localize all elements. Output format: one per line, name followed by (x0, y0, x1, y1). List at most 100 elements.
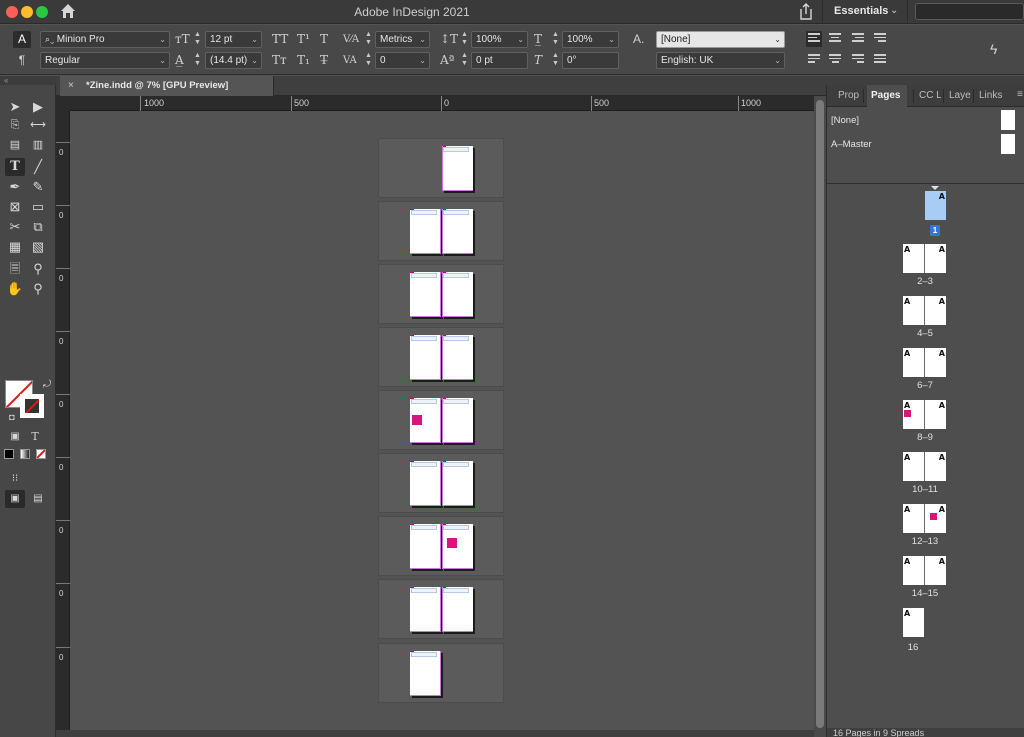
canvas-page[interactable] (442, 272, 473, 317)
font-family-field[interactable]: ⌕⌄ Minion Pro ⌄ (40, 31, 170, 48)
canvas-page[interactable] (410, 524, 441, 569)
page-thumbnail[interactable]: A (903, 452, 924, 481)
kerning-stepper[interactable]: ▲ ▼ (364, 31, 373, 48)
superscript-icon[interactable]: T¹ (297, 31, 310, 48)
canvas-page[interactable] (442, 587, 473, 632)
stroke-swatch[interactable] (20, 394, 44, 418)
justify-all-icon[interactable] (872, 52, 888, 68)
panel-menu-icon[interactable]: ≡ (1017, 89, 1023, 100)
text-frame[interactable] (443, 525, 469, 530)
rectangle-tool-icon[interactable]: ▭ (28, 198, 48, 216)
preview-mode-icon[interactable]: ▤ (28, 490, 48, 508)
search-input[interactable] (915, 3, 1024, 20)
align-center-icon[interactable] (827, 31, 843, 47)
share-icon[interactable] (798, 3, 814, 20)
formatting-affects-container-icon[interactable]: ▣ (5, 428, 25, 446)
swap-fill-stroke-icon[interactable]: ⤾ (37, 376, 57, 394)
hand-tool-icon[interactable]: ✋ (5, 280, 25, 298)
page-thumbnail[interactable]: A (925, 452, 946, 481)
underline-icon[interactable]: T (320, 31, 328, 48)
canvas-spread[interactable] (378, 516, 504, 576)
spread-label[interactable]: 2–3 (895, 276, 955, 287)
baseline-shift-stepper[interactable]: ▲ ▼ (460, 52, 469, 69)
gradient-feather-tool-icon[interactable]: ▧ (28, 238, 48, 256)
text-frame[interactable] (443, 462, 469, 467)
horizontal-scale-field[interactable]: 100% ⌄ (562, 31, 619, 48)
master-a[interactable]: A–Master (827, 134, 1024, 156)
page-thumbnail[interactable]: A (925, 191, 946, 220)
spread-label[interactable]: 14–15 (895, 588, 955, 599)
zoom-tool-icon[interactable]: ⚲ (28, 280, 48, 298)
small-caps-icon[interactable]: Tᴛ (272, 52, 287, 69)
note-tool-icon[interactable]: 🗏 (5, 260, 25, 278)
tab-layers[interactable]: Laye (945, 85, 971, 107)
direct-selection-tool-icon[interactable]: ▶ (28, 98, 48, 116)
canvas-spread[interactable] (378, 390, 504, 450)
text-frame[interactable] (411, 652, 437, 657)
tab-cc-libraries[interactable]: CC L (915, 85, 941, 107)
screen-mode-icon[interactable]: ⁝⁝ (5, 470, 25, 488)
magenta-rectangle[interactable] (447, 538, 457, 548)
canvas-page[interactable] (410, 335, 441, 380)
canvas-page[interactable] (410, 587, 441, 632)
vertical-scale-field[interactable]: 100% ⌄ (471, 31, 528, 48)
page-thumbnail[interactable]: A (925, 244, 946, 273)
font-size-stepper[interactable]: ▲ ▼ (193, 31, 202, 48)
rectangle-frame-tool-icon[interactable]: ⊠ (5, 198, 25, 216)
text-frame[interactable] (443, 147, 469, 152)
tab-links[interactable]: Links (975, 85, 1005, 107)
tab-pages[interactable]: Pages (867, 85, 907, 107)
scrollbar-thumb[interactable] (816, 100, 824, 728)
canvas-page[interactable] (410, 398, 441, 443)
page-thumbnail[interactable]: A (903, 504, 924, 533)
text-frame[interactable] (443, 588, 469, 593)
canvas-spread[interactable] (378, 201, 504, 261)
type-tool-icon[interactable]: T (5, 158, 25, 176)
canvas-spread[interactable] (378, 264, 504, 324)
spread-label[interactable]: 6–7 (895, 380, 955, 391)
page-thumbnail[interactable]: A (925, 504, 946, 533)
master-thumbnail[interactable] (1001, 134, 1015, 154)
text-frame[interactable] (443, 210, 469, 215)
spread-label[interactable]: 16 (883, 642, 943, 653)
canvas-spread[interactable] (378, 579, 504, 639)
content-placer-icon[interactable]: ▥ (28, 136, 48, 154)
text-frame[interactable] (443, 336, 469, 341)
align-towards-spine-icon[interactable] (872, 31, 888, 47)
character-formatting-icon[interactable]: A (13, 31, 31, 48)
page-thumbnail[interactable]: A (925, 400, 946, 429)
normal-view-icon[interactable]: ▣ (5, 490, 25, 508)
tracking-field[interactable]: 0 ⌄ (375, 52, 430, 69)
gradient-swatch-tool-icon[interactable]: ▦ (5, 238, 25, 256)
canvas-page[interactable] (410, 272, 441, 317)
spread-label[interactable]: 10–11 (895, 484, 955, 495)
text-frame[interactable] (443, 273, 469, 278)
document-tab[interactable]: × *Zine.indd @ 7% [GPU Preview] (60, 76, 274, 96)
font-size-field[interactable]: 12 pt ⌄ (205, 31, 262, 48)
text-frame[interactable] (411, 399, 437, 404)
apply-color-icon[interactable] (4, 449, 14, 459)
pencil-tool-icon[interactable]: ✎ (28, 178, 48, 196)
text-frame[interactable] (411, 336, 437, 341)
chevron-down-icon[interactable]: ⌄ (890, 5, 898, 16)
apply-none-icon[interactable] (36, 449, 46, 459)
page-thumbnail[interactable]: A (925, 348, 946, 377)
gap-tool-icon[interactable]: ⟷ (28, 116, 48, 134)
page-thumbnail[interactable]: A (925, 296, 946, 325)
scissors-tool-icon[interactable]: ✂ (5, 218, 25, 236)
skew-stepper[interactable]: ▲ ▼ (551, 52, 560, 69)
align-left-icon[interactable] (806, 31, 822, 47)
page-tool-icon[interactable]: ⎘ (5, 116, 25, 134)
text-frame[interactable] (411, 462, 437, 467)
skew-field[interactable]: 0° (562, 52, 619, 69)
horizontal-scale-stepper[interactable]: ▲ ▼ (551, 31, 560, 48)
selection-tool-icon[interactable]: ➤ (5, 98, 25, 116)
content-collector-icon[interactable]: ▤ (5, 136, 25, 154)
text-frame[interactable] (411, 273, 437, 278)
canvas-page[interactable] (442, 146, 473, 191)
paragraph-formatting-icon[interactable]: ¶ (13, 52, 31, 69)
canvas-page[interactable] (442, 524, 473, 569)
horizontal-ruler[interactable]: 1000 500 0 500 1000 (70, 96, 814, 111)
canvas-spread[interactable] (378, 327, 504, 387)
page-thumbnail[interactable]: A (903, 348, 924, 377)
